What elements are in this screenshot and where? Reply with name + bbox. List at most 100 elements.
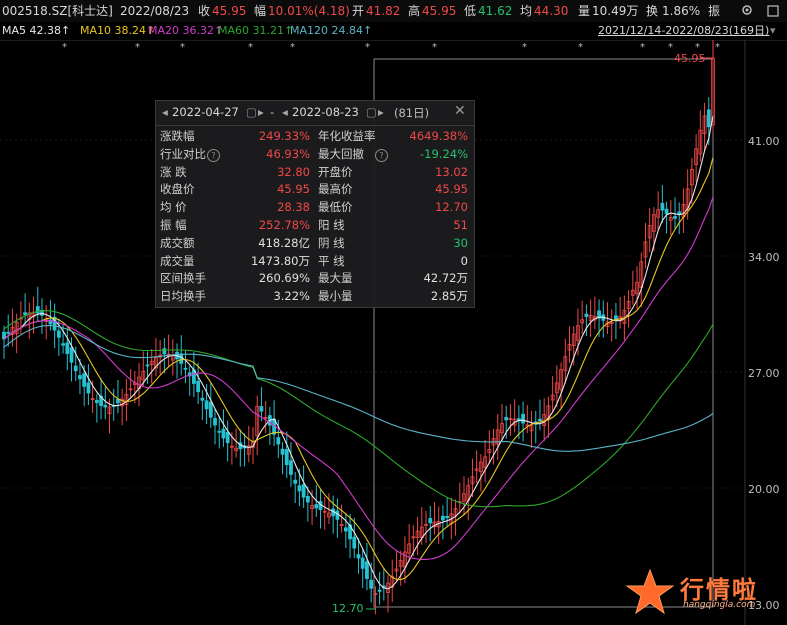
event-marker[interactable]: *: [62, 42, 67, 53]
stat-label: 成交量: [160, 253, 195, 268]
candle-body: [360, 557, 365, 569]
close-icon[interactable]: ✕: [454, 103, 468, 119]
stat-value: 2.85万: [430, 289, 468, 304]
star-logo-icon: [625, 568, 675, 615]
stats-row: 均 价 28.38 最低价 12.70: [156, 199, 474, 216]
amplitude-label: 振: [708, 4, 721, 18]
interval-stats-popup: ◂ 2022-04-27 ▢ ▸ - ◂ 2022-08-23 ▢ ▸ (81日…: [155, 100, 475, 308]
candle-body: [377, 589, 382, 592]
volume-value: 10.49万: [592, 4, 639, 18]
popup-header: ◂ 2022-04-27 ▢ ▸ - ◂ 2022-08-23 ▢ ▸ (81日…: [156, 101, 474, 126]
stat-label: 阳 线: [318, 218, 345, 232]
high-value: 45.95: [422, 4, 457, 18]
settings-icon[interactable]: [740, 3, 756, 19]
candle-body: [369, 579, 374, 589]
change-label: 幅: [254, 4, 267, 18]
candle-body: [221, 428, 226, 439]
event-marker[interactable]: *: [522, 42, 527, 53]
high-price-marker: 45.95: [674, 52, 706, 65]
candle-body: [145, 364, 150, 367]
next-date-icon[interactable]: ▸: [258, 105, 264, 119]
close-value: 45.95: [212, 4, 247, 18]
help-icon[interactable]: ?: [207, 148, 220, 162]
candle-body: [280, 448, 285, 455]
candle-body: [23, 312, 28, 316]
high-label: 高: [408, 4, 421, 18]
event-marker[interactable]: *: [180, 42, 185, 53]
candle-body: [65, 342, 70, 354]
candle-body: [314, 504, 319, 509]
event-marker[interactable]: *: [432, 42, 437, 53]
stat-label: 最高价: [318, 182, 353, 197]
candle-body: [200, 397, 205, 401]
event-marker[interactable]: *: [248, 42, 253, 53]
prev-end-date-icon[interactable]: ◂: [282, 105, 288, 119]
date-range[interactable]: 2021/12/14-2022/08/23(169日): [598, 22, 769, 40]
ma5-value: MA5 42.38↑: [2, 24, 71, 37]
ma-indicator-bar: MA5 42.38↑ MA10 38.24↑ MA20 36.32↑ MA60 …: [0, 22, 787, 41]
event-marker[interactable]: *: [290, 42, 295, 53]
stat-label: 最小量: [318, 289, 353, 304]
next-end-date-icon[interactable]: ▸: [378, 105, 384, 119]
ma20-value: MA20 36.32↑: [148, 24, 224, 37]
candle-body: [428, 518, 433, 524]
candle-body: [293, 479, 298, 484]
candle-body: [352, 536, 357, 549]
start-date-field[interactable]: 2022-04-27: [172, 105, 239, 119]
candle-body: [225, 431, 230, 444]
candle-body: [73, 365, 78, 372]
stats-row: 涨跌幅 249.33% 年化收益率 4649.38%: [156, 128, 474, 145]
stat-label: 平 线: [318, 253, 345, 268]
stats-row: 成交额 418.28亿阴 线 30: [156, 235, 474, 252]
chevron-down-icon[interactable]: ▾: [770, 22, 776, 40]
ma60-line: [3, 310, 714, 508]
stat-value: 4649.38%: [409, 129, 468, 143]
candle-body: [196, 380, 201, 393]
help-icon[interactable]: ?: [375, 148, 388, 162]
candle-body: [56, 330, 61, 338]
event-marker[interactable]: *: [715, 42, 720, 53]
stat-value: 12.70: [435, 200, 468, 215]
ma60-value: MA60 31.21↑: [218, 24, 294, 37]
ma120-line: [3, 324, 714, 452]
event-marker[interactable]: *: [578, 42, 583, 53]
ma10-value: MA10 38.24↑: [80, 24, 156, 37]
ma120-value: MA120 24.84↑: [290, 24, 373, 37]
stat-value: 45.95: [277, 182, 310, 197]
candle-body: [289, 460, 293, 475]
stats-row: 涨 跌 32.80 开盘价 13.02: [156, 164, 474, 181]
stat-label: 最低价: [318, 200, 353, 215]
candle-body: [94, 400, 99, 404]
candle-body: [343, 527, 348, 532]
event-marker[interactable]: *: [365, 42, 370, 53]
end-date-field[interactable]: 2022-08-23: [292, 105, 359, 119]
candle-body: [305, 495, 310, 503]
candle-body: [213, 417, 217, 426]
stock-code[interactable]: 002518.SZ[科士达]: [2, 0, 113, 22]
y-tick-label: 20.00: [748, 483, 780, 496]
candle-body: [356, 554, 361, 559]
candle-body: [82, 373, 87, 387]
stat-label: 涨 跌: [160, 164, 187, 179]
candle-body: [504, 416, 509, 421]
open-label: 开: [352, 4, 365, 18]
stat-label: 成交额: [160, 235, 195, 250]
stat-value: 0: [460, 253, 468, 268]
volume-label: 量: [578, 4, 591, 18]
stats-row: 收盘价 45.95 最高价 45.95: [156, 181, 474, 198]
event-marker[interactable]: *: [135, 42, 140, 53]
candle-body: [208, 401, 213, 418]
candle-body: [276, 437, 281, 445]
expand-icon[interactable]: [766, 3, 782, 19]
candle-body: [217, 430, 222, 433]
event-marker[interactable]: *: [668, 42, 673, 53]
avg-label: 均: [520, 4, 533, 18]
calendar-icon[interactable]: ▢: [246, 105, 257, 119]
y-tick-label: 27.00: [748, 367, 780, 380]
close-label: 收: [198, 4, 211, 18]
event-marker[interactable]: *: [640, 42, 645, 53]
calendar-icon[interactable]: ▢: [366, 105, 377, 119]
prev-date-icon[interactable]: ◂: [162, 105, 168, 119]
stats-row: 成交量 1473.80万平 线 0: [156, 253, 474, 270]
stat-label: 行业对比: [160, 146, 206, 161]
